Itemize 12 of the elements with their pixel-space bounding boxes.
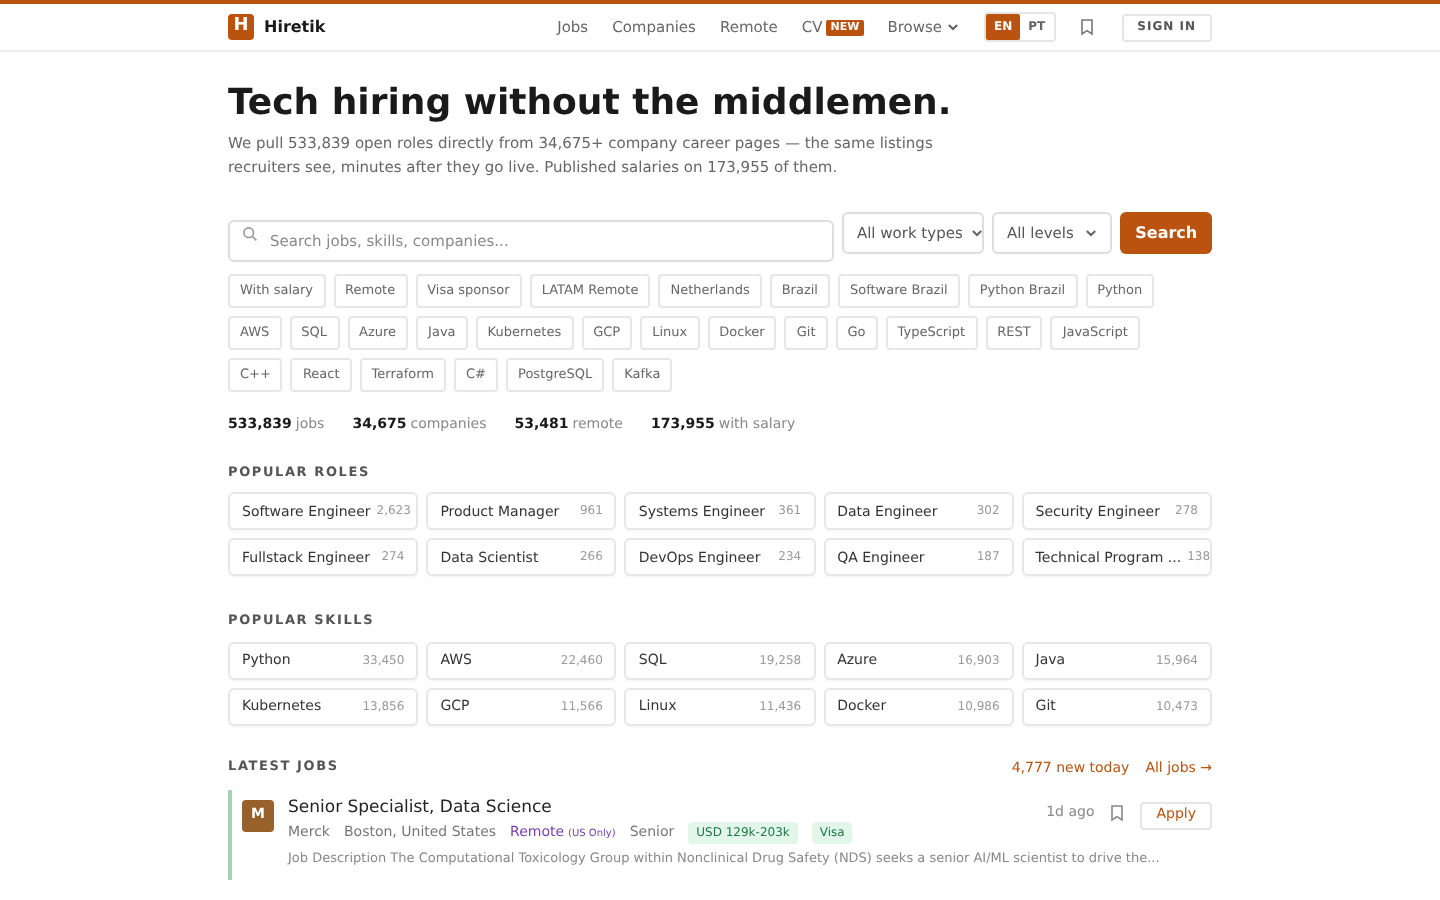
brand-name: Hiretik bbox=[264, 15, 326, 39]
logo-icon: H bbox=[228, 14, 254, 40]
hero-title: Tech hiring without the middlemen. bbox=[228, 82, 954, 126]
caret-icon bbox=[1084, 226, 1099, 240]
job-title: Senior Specialist, Data Science bbox=[288, 795, 552, 821]
bookmark-icon[interactable] bbox=[1110, 803, 1125, 821]
job-card[interactable] bbox=[228, 789, 1212, 881]
search-button[interactable]: Search bbox=[1120, 212, 1212, 254]
bookmark-icon[interactable] bbox=[1079, 18, 1094, 36]
search-icon bbox=[242, 225, 258, 241]
caret-icon bbox=[970, 226, 985, 240]
caret-icon bbox=[946, 20, 961, 34]
